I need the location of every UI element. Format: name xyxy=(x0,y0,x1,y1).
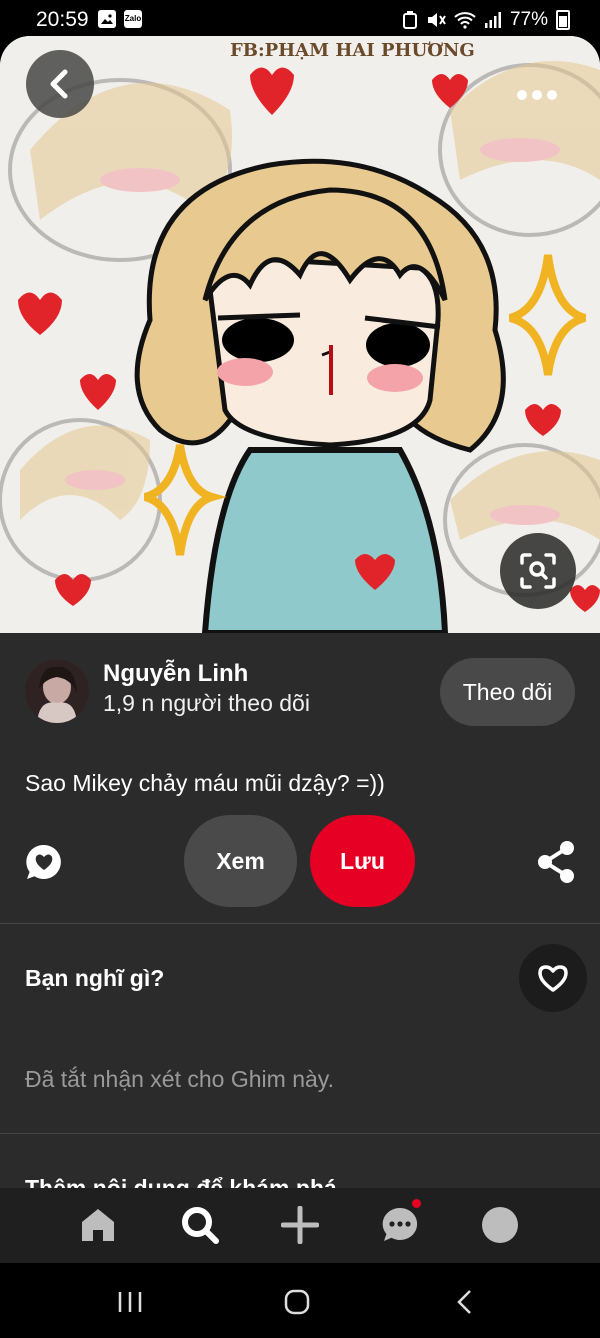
recent-apps-icon[interactable] xyxy=(117,1290,143,1314)
creator-name[interactable]: Nguyễn Linh xyxy=(103,660,248,688)
profile-icon xyxy=(482,1207,518,1243)
zalo-icon: Zalo xyxy=(124,10,142,28)
share-icon xyxy=(538,841,574,883)
search-icon xyxy=(182,1207,219,1244)
wifi-icon xyxy=(454,12,476,29)
recycle-icon xyxy=(402,11,417,29)
nav-profile[interactable] xyxy=(480,1205,520,1245)
plus-icon xyxy=(281,1206,319,1244)
avatar[interactable] xyxy=(25,659,89,723)
status-time: 20:59 xyxy=(36,8,89,31)
more-options-button[interactable] xyxy=(505,80,569,110)
divider xyxy=(0,923,600,924)
comment-heart-icon xyxy=(26,844,61,879)
signal-icon xyxy=(484,12,501,28)
view-button[interactable]: Xem xyxy=(184,815,297,907)
share-button[interactable] xyxy=(536,840,576,884)
ellipsis-icon xyxy=(517,90,557,100)
divider xyxy=(0,1133,600,1134)
comment-button[interactable] xyxy=(25,843,63,881)
pin-watermark: FB:PHẠM HAI PHƯƠNG xyxy=(230,40,475,61)
battery-percentage: 77% xyxy=(509,9,548,30)
more-ideas-heading: Thêm nội dung để khám phá xyxy=(25,1175,337,1188)
system-navigation-bar xyxy=(0,1263,600,1338)
nav-create[interactable] xyxy=(280,1205,320,1245)
mute-icon xyxy=(427,13,446,27)
follower-count: 1,9 n người theo dõi xyxy=(103,690,310,716)
back-button[interactable] xyxy=(26,50,94,118)
pin-description: Sao Mikey chảy máu mũi dzậy? =)) xyxy=(25,770,385,796)
home-button-icon[interactable] xyxy=(284,1289,310,1315)
heart-icon xyxy=(538,965,568,992)
nav-messages[interactable] xyxy=(380,1205,420,1245)
messages-icon xyxy=(382,1207,418,1241)
chevron-left-icon xyxy=(50,69,68,99)
gallery-icon xyxy=(98,10,116,28)
visual-search-button[interactable] xyxy=(500,533,576,609)
lens-icon xyxy=(520,553,556,589)
react-button[interactable] xyxy=(519,944,587,1012)
nav-search[interactable] xyxy=(180,1205,220,1245)
battery-icon xyxy=(556,10,570,30)
comments-disabled-notice: Đã tắt nhận xét cho Ghim này. xyxy=(25,1066,334,1092)
system-status-icons: 77% xyxy=(402,9,570,31)
system-back-icon[interactable] xyxy=(456,1289,474,1315)
status-bar: 20:59 Zalo 77% xyxy=(0,0,600,40)
nav-home[interactable] xyxy=(78,1205,118,1245)
save-button[interactable]: Lưu xyxy=(310,815,415,907)
follow-button[interactable]: Theo dõi xyxy=(440,658,575,726)
home-icon xyxy=(82,1209,114,1241)
notification-dot xyxy=(412,1199,421,1208)
comments-heading: Bạn nghĩ gì? xyxy=(25,965,165,991)
